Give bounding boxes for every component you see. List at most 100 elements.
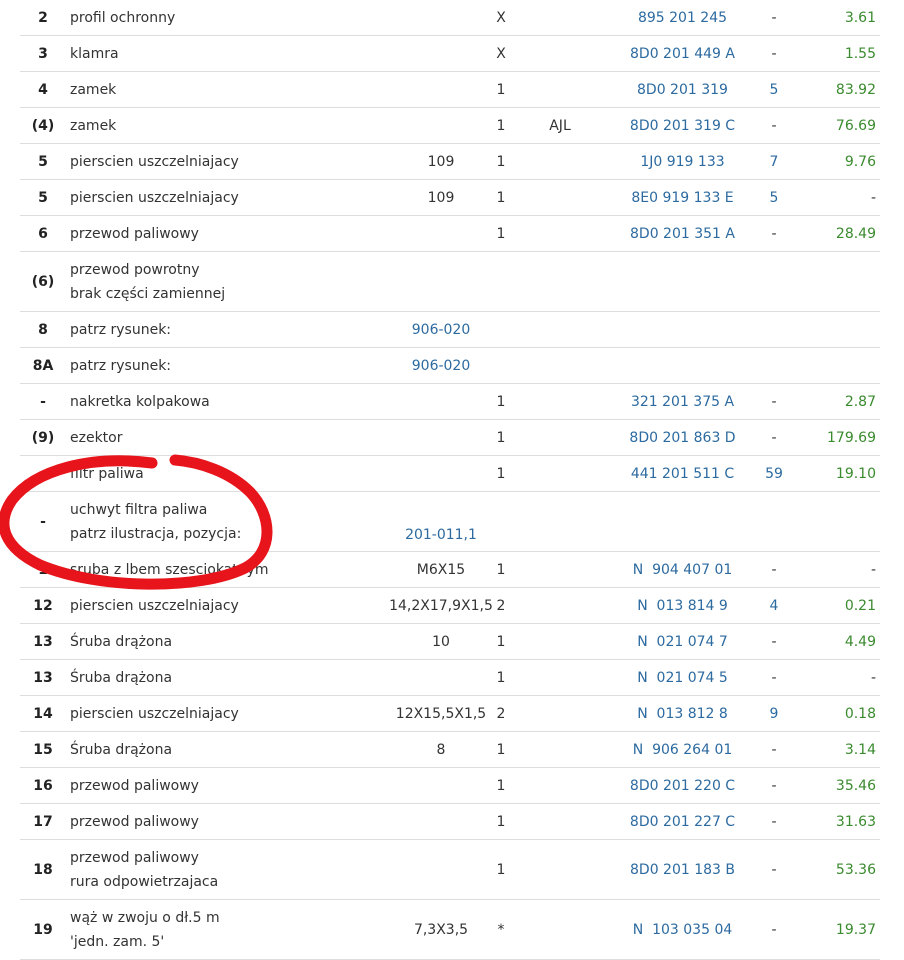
part-number-link[interactable]: N 103 035 04: [620, 900, 745, 959]
quantity: 1: [496, 153, 506, 170]
description-line: zamek: [70, 117, 117, 134]
description-line: patrz rysunek:: [70, 357, 172, 374]
part-description: zamek: [70, 108, 400, 143]
price: [810, 312, 876, 347]
quantity: X: [496, 45, 506, 62]
description-line: profil ochronny: [70, 9, 176, 26]
description-line: filtr paliwa: [70, 465, 144, 482]
part-number-link[interactable]: 895 201 245: [620, 0, 745, 35]
part-number-link[interactable]: 321 201 375 A: [620, 384, 745, 419]
part-number-link: [620, 252, 745, 311]
stock-count: -: [771, 813, 777, 830]
table-row: (6) przewod powrotny brak części zamiennej: [20, 252, 880, 312]
stock-count: -: [771, 777, 777, 794]
remark: [376, 36, 506, 71]
stock-count[interactable]: 59: [760, 456, 788, 491]
table-row: 17 przewod paliwowy 1 8D0 201 227 C - 31.63: [20, 804, 880, 840]
model-code: [540, 696, 580, 731]
part-description: pierscien uszczelniajacy: [70, 180, 400, 215]
stock-count[interactable]: 5: [760, 180, 788, 215]
stock-count: -: [771, 921, 777, 938]
part-number-link[interactable]: 441 201 511 C: [620, 456, 745, 491]
quantity: 2: [496, 597, 506, 614]
model-code: [540, 144, 580, 179]
stock-count[interactable]: 9: [760, 696, 788, 731]
stock-count: -: [771, 669, 777, 686]
stock-count[interactable]: 5: [760, 72, 788, 107]
part-number-link[interactable]: N 906 264 01: [620, 732, 745, 767]
part-number-link[interactable]: N 013 812 8: [620, 696, 745, 731]
stock-count[interactable]: 7: [760, 144, 788, 179]
part-number-link[interactable]: 8D0 201 227 C: [620, 804, 745, 839]
quantity: 1: [496, 561, 506, 578]
part-number-link[interactable]: 1J0 919 133: [620, 144, 745, 179]
model-code: [540, 36, 580, 71]
part-number-link[interactable]: 8D0 201 863 D: [620, 420, 745, 455]
position-number: (4): [31, 117, 55, 134]
table-row: 2 profil ochronny X 895 201 245 - 3.61: [20, 0, 880, 36]
stock-count: -: [771, 117, 777, 134]
part-description: ezektor: [70, 420, 400, 455]
description-line: pierscien uszczelniajacy: [70, 597, 239, 614]
position-number: 15: [33, 741, 53, 758]
position-number: 19: [33, 921, 53, 938]
part-number-link[interactable]: 8D0 201 449 A: [620, 36, 745, 71]
model-code: [540, 900, 580, 959]
model-code: [540, 252, 580, 311]
position-number: 5: [38, 189, 48, 206]
part-description: sruba z lbem szesciokatnym: [70, 552, 400, 587]
description-line: przewod paliwowy: [70, 849, 199, 866]
remark: [376, 0, 506, 35]
position-number: (9): [31, 429, 55, 446]
part-number-link[interactable]: 8D0 201 220 C: [620, 768, 745, 803]
illustration-link[interactable]: 906-020: [376, 312, 506, 347]
part-number-link[interactable]: 8D0 201 351 A: [620, 216, 745, 251]
part-description: uchwyt filtra paliwa patrz ilustracja, po…: [70, 492, 400, 551]
part-description: profil ochronny: [70, 0, 400, 35]
position-number: -: [40, 513, 46, 530]
position-number: 6: [38, 225, 48, 242]
quantity: 1: [496, 81, 506, 98]
quantity: 1: [496, 429, 506, 446]
illustration-link[interactable]: 906-020: [376, 348, 506, 383]
part-number-link[interactable]: 8D0 201 319 C: [620, 108, 745, 143]
quantity: 1: [496, 117, 506, 134]
part-description: zamek: [70, 72, 400, 107]
remark: 10: [432, 633, 450, 650]
illustration-link[interactable]: 201-011,1: [376, 492, 506, 551]
part-number-link[interactable]: N 021 074 7: [620, 624, 745, 659]
table-row: filtr paliwa 1 441 201 511 C 59 19.10: [20, 456, 880, 492]
remark: [376, 456, 506, 491]
part-number-link[interactable]: 8D0 201 183 B: [620, 840, 745, 899]
description-line: patrz rysunek:: [70, 321, 172, 338]
remark: [376, 252, 506, 311]
part-number-link[interactable]: N 021 074 5: [620, 660, 745, 695]
part-number-link: [620, 312, 745, 347]
model-code: [540, 0, 580, 35]
remark: [376, 768, 506, 803]
part-description: przewod paliwowy rura odpowietrzajaca: [70, 840, 400, 899]
description-line: przewod paliwowy: [70, 813, 199, 830]
part-description: pierscien uszczelniajacy: [70, 588, 400, 623]
part-number-link[interactable]: N 013 814 9: [620, 588, 745, 623]
part-number-link[interactable]: 8E0 919 133 E: [620, 180, 745, 215]
price: 0.21: [844, 597, 876, 614]
table-row: 14 pierscien uszczelniajacy 12X15,5X1,5 2 N …: [20, 696, 880, 732]
position-number: 13: [33, 633, 53, 650]
description-line: nakretka kolpakowa: [70, 393, 210, 410]
quantity: 1: [496, 777, 506, 794]
part-description: przewod paliwowy: [70, 804, 400, 839]
part-number-link: [620, 492, 745, 551]
part-number-link[interactable]: N 904 407 01: [620, 552, 745, 587]
position-number: 16: [33, 777, 53, 794]
position-number: 17: [33, 813, 53, 830]
stock-count[interactable]: 4: [760, 588, 788, 623]
part-number-link[interactable]: 8D0 201 319: [620, 72, 745, 107]
remark: 109: [427, 189, 455, 206]
position-number: 4: [38, 81, 48, 98]
model-code: [540, 660, 580, 695]
remark: 12X15,5X1,5: [395, 705, 487, 722]
description-line: patrz ilustracja, pozycja:: [70, 525, 242, 542]
part-description: nakretka kolpakowa: [70, 384, 400, 419]
remark: 109: [427, 153, 455, 170]
